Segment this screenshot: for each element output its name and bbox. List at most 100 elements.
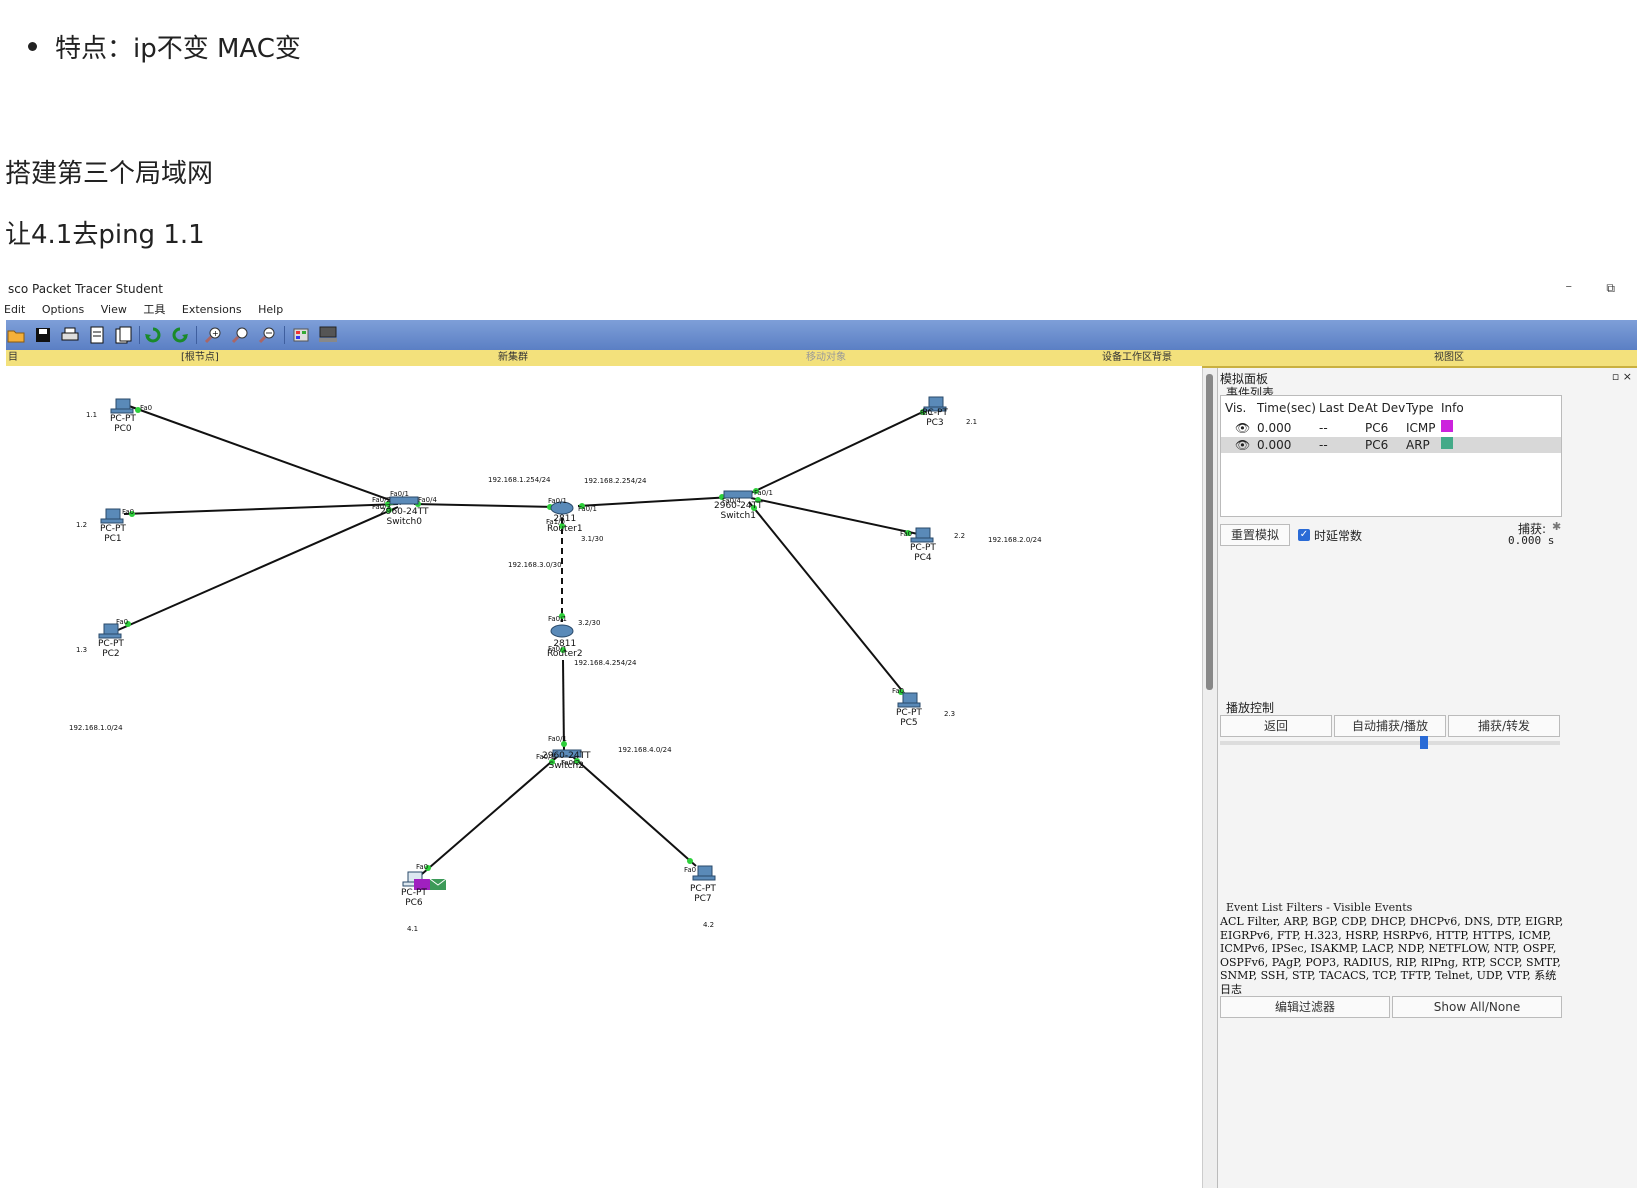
port-label: Fa0/2 bbox=[561, 759, 580, 767]
eye-icon: 👁 bbox=[1235, 438, 1251, 452]
event-list-header: Vis. Time(sec) Last De At Dev Type Info bbox=[1225, 401, 1464, 415]
bullet-text: 特点：ip不变 MAC变 bbox=[55, 34, 301, 64]
zoom-reset-icon[interactable] bbox=[230, 325, 250, 345]
scrollbar-thumb[interactable] bbox=[1206, 374, 1213, 690]
device-pc2[interactable]: PC-PT PC2 bbox=[98, 639, 124, 659]
port-label: Fa0/1 bbox=[548, 735, 567, 743]
undo-icon[interactable] bbox=[143, 325, 163, 345]
logical-bar-first[interactable]: 目 bbox=[8, 350, 18, 366]
event-row[interactable]: 👁 0.000 -- PC6 ICMP bbox=[1221, 420, 1561, 436]
auto-capture-play-button[interactable]: 自动捕获/播放 bbox=[1334, 715, 1446, 737]
speed-slider-thumb[interactable] bbox=[1420, 736, 1428, 749]
zoom-out-icon[interactable] bbox=[257, 325, 277, 345]
label-net2: 192.168.2.0/24 bbox=[988, 536, 1042, 544]
arp-color-square bbox=[1441, 437, 1453, 449]
device-pc1[interactable]: PC-PT PC1 bbox=[100, 524, 126, 544]
capture-forward-button[interactable]: 捕获/转发 bbox=[1448, 715, 1560, 737]
edit-filters-button[interactable]: 编辑过滤器 bbox=[1220, 996, 1390, 1018]
port-label: Fa0 bbox=[122, 508, 135, 516]
menu-options[interactable]: Options bbox=[42, 303, 84, 316]
workspace-scrollbar[interactable] bbox=[1202, 368, 1217, 1188]
root-node-button[interactable]: [根节点] bbox=[181, 350, 219, 366]
port-label: Fa0 bbox=[920, 409, 933, 417]
menu-edit[interactable]: Edit bbox=[4, 303, 25, 316]
port-label: Fa0/1 bbox=[578, 505, 597, 513]
doc-heading-lan3: 搭建第三个局域网 bbox=[5, 159, 214, 189]
port-label: Fa0/1 bbox=[548, 615, 567, 623]
logical-workspace[interactable]: PC-PT PC0 PC-PT PC1 PC-PT PC2 PC-PT PC3 PC-P… bbox=[6, 366, 1202, 1188]
port-label: Fa0/4 bbox=[418, 496, 437, 504]
port-label: Fa0 bbox=[116, 618, 129, 626]
label-r1-g2: 192.168.2.254/24 bbox=[584, 477, 647, 485]
custom-device-icon[interactable] bbox=[318, 325, 338, 345]
label-link3: 192.168.3.0/30 bbox=[508, 561, 562, 569]
save-icon[interactable] bbox=[33, 325, 53, 345]
palette-icon[interactable] bbox=[291, 325, 311, 345]
restore-button[interactable]: ⧉ bbox=[1606, 277, 1615, 299]
new-cluster-button[interactable]: 新集群 bbox=[498, 350, 528, 366]
label-net1: 192.168.1.0/24 bbox=[69, 724, 123, 732]
label-r2-g4: 192.168.4.254/24 bbox=[574, 659, 637, 667]
show-all-none-button[interactable]: Show All/None bbox=[1392, 996, 1562, 1018]
back-button[interactable]: 返回 bbox=[1220, 715, 1332, 737]
simulation-panel: 模拟面板 ▫ × 事件列表 Vis. Time(sec) Last De At … bbox=[1217, 368, 1637, 1188]
workspace-background-button[interactable]: 设备工作区背景 bbox=[1102, 350, 1172, 366]
port-label: Fa0 bbox=[416, 863, 429, 871]
port-label: Fa0 bbox=[140, 404, 153, 412]
doc-heading-ping: 让4.1去ping 1.1 bbox=[5, 220, 205, 250]
menu-extensions[interactable]: Extensions bbox=[182, 303, 242, 316]
title-bar: sco Packet Tracer Student – ⧉ bbox=[6, 278, 1637, 300]
label-pc1-ip: 1.2 bbox=[76, 521, 88, 529]
menu-view[interactable]: View bbox=[101, 303, 127, 316]
print-icon[interactable] bbox=[60, 325, 80, 345]
port-label: Fa0/1 bbox=[548, 497, 567, 505]
copy-icon[interactable] bbox=[114, 325, 134, 345]
minimize-button[interactable]: – bbox=[1566, 276, 1573, 298]
reset-simulation-button[interactable]: 重置模拟 bbox=[1220, 524, 1290, 546]
port-label: Fa0 bbox=[892, 687, 905, 695]
open-icon[interactable] bbox=[6, 325, 26, 345]
device-pc0[interactable]: PC-PT PC0 bbox=[110, 414, 136, 434]
svg-text:+: + bbox=[212, 329, 219, 338]
doc-bullet-item: 特点：ip不变 MAC变 bbox=[28, 28, 301, 65]
constant-delay-label: 时延常数 bbox=[1314, 529, 1363, 543]
port-label: Fa1/0 bbox=[546, 518, 565, 526]
pin-icon[interactable]: ✱ bbox=[1552, 520, 1561, 533]
move-object-button[interactable]: 移动对象 bbox=[806, 350, 846, 366]
label-r1-g1: 192.168.1.254/24 bbox=[488, 476, 551, 484]
port-label: Fa0/4 bbox=[722, 497, 741, 505]
menu-tools[interactable]: 工具 bbox=[143, 303, 165, 316]
label-r2-serial: 3.2/30 bbox=[578, 619, 601, 627]
device-pc7[interactable]: PC-PT PC7 bbox=[690, 884, 716, 904]
zoom-in-icon[interactable]: + bbox=[203, 325, 223, 345]
speed-slider-track[interactable] bbox=[1220, 741, 1560, 745]
redo-icon[interactable] bbox=[170, 325, 190, 345]
menu-help[interactable]: Help bbox=[258, 303, 283, 316]
window-title: sco Packet Tracer Student bbox=[8, 282, 163, 296]
label-pc3-ip: 2.1 bbox=[966, 418, 978, 426]
eye-icon: 👁 bbox=[1235, 421, 1251, 435]
viewport-button[interactable]: 视图区 bbox=[1434, 350, 1464, 366]
visible-events-list: ACL Filter, ARP, BGP, CDP, DHCP, DHCPv6,… bbox=[1220, 915, 1564, 996]
packet-tracer-window: sco Packet Tracer Student – ⧉ Edit Optio… bbox=[4, 278, 1637, 1188]
label-pc7-ip: 4.2 bbox=[703, 921, 715, 929]
device-pc6[interactable]: PC-PT PC6 bbox=[401, 888, 427, 908]
panel-close-icon[interactable]: ▫ × bbox=[1612, 370, 1632, 383]
event-list-table: Vis. Time(sec) Last De At Dev Type Info … bbox=[1220, 395, 1562, 517]
device-pc5[interactable]: PC-PT PC5 bbox=[896, 708, 922, 728]
capture-time: 0.000 s bbox=[1508, 534, 1555, 547]
port-label: Fa0 bbox=[900, 530, 913, 538]
device-pc4[interactable]: PC-PT PC4 bbox=[910, 543, 936, 563]
constant-delay-checkbox[interactable]: ✓ bbox=[1298, 529, 1310, 541]
play-controls-title: 播放控制 bbox=[1226, 701, 1275, 715]
bullet-dot bbox=[28, 42, 37, 51]
topology-links bbox=[98, 396, 947, 890]
event-row[interactable]: 👁 0.000 -- PC6 ARP bbox=[1221, 437, 1561, 453]
port-label: Fa0/3 bbox=[372, 503, 391, 511]
activity-wizard-icon[interactable] bbox=[87, 325, 107, 345]
label-pc0-ip: 1.1 bbox=[86, 411, 98, 419]
label-pc2-ip: 1.3 bbox=[76, 646, 88, 654]
label-pc5-ip: 2.3 bbox=[944, 710, 956, 718]
port-label: Fa0/1 bbox=[390, 490, 409, 498]
port-label: Fa0/1 bbox=[548, 645, 567, 653]
